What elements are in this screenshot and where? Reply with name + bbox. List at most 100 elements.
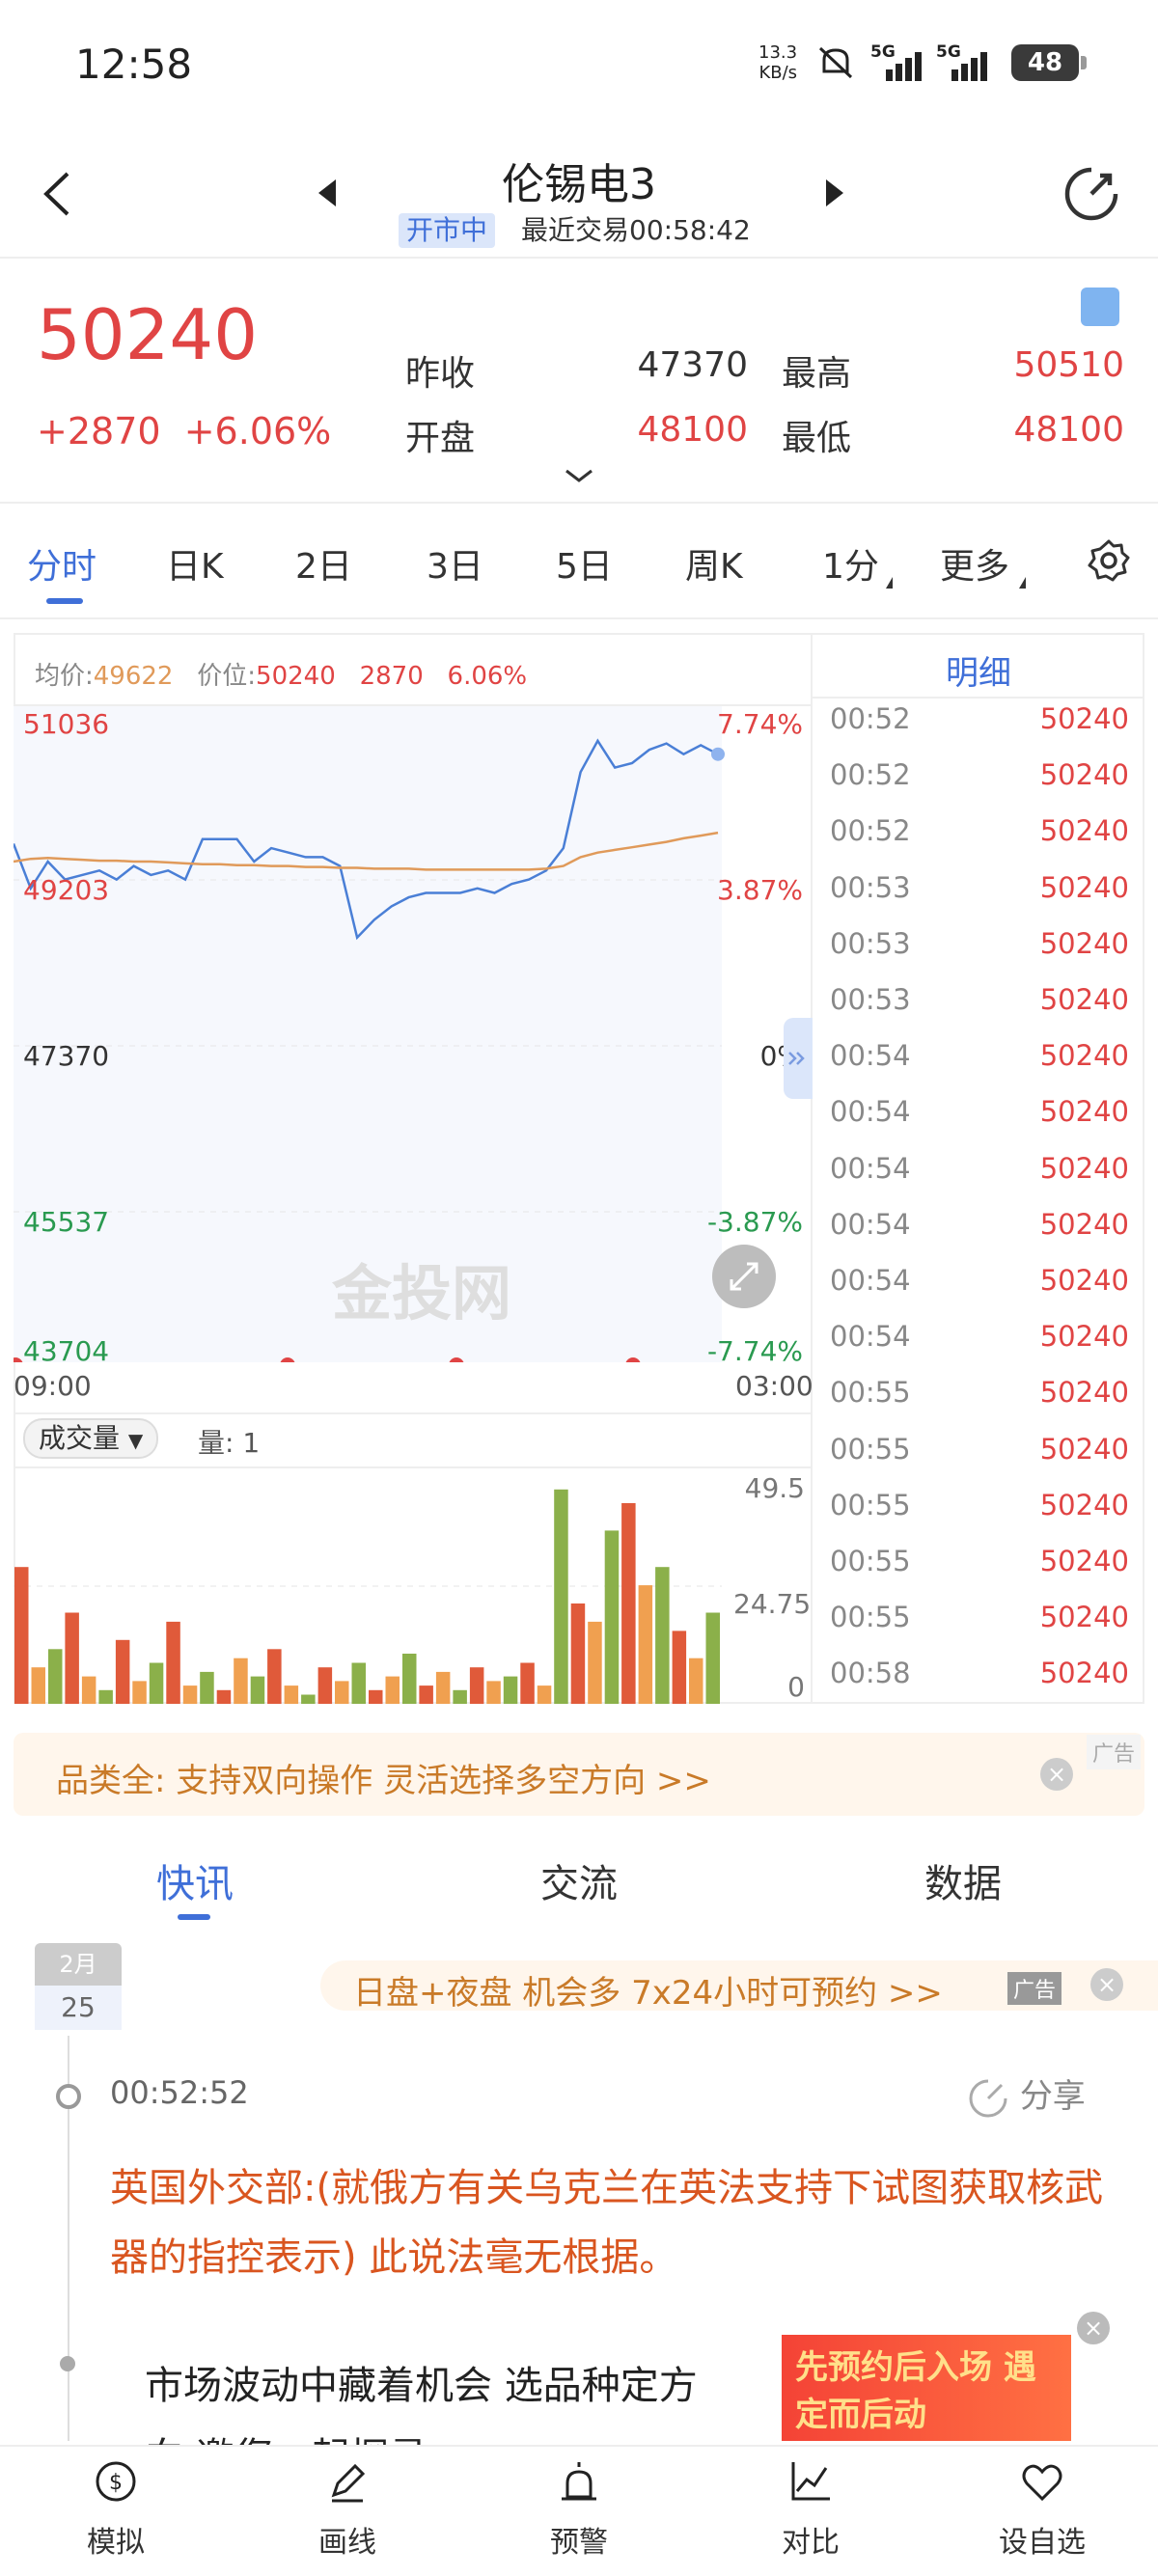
change-pct: +6.06% xyxy=(183,410,332,452)
date-month: 2月 xyxy=(35,1943,122,1986)
axis-left-tick: 45537 xyxy=(23,1206,110,1238)
low-label: 最低 xyxy=(782,419,852,458)
volume-bar xyxy=(166,1621,180,1704)
volume-bar xyxy=(132,1681,147,1704)
chart-info-line: 均价:49622 价位:50240 2870 6.06% xyxy=(35,656,527,692)
detail-price: 50240 xyxy=(1039,1207,1129,1241)
axis-right-tick: -3.87% xyxy=(706,1206,803,1238)
detail-row: 00:55 50240 xyxy=(830,1489,1129,1546)
battery-icon: 48 xyxy=(1011,44,1087,81)
tab-weekly-k[interactable]: 周K xyxy=(685,538,743,589)
detail-time: 00:54 xyxy=(830,1264,911,1297)
high-label: 最高 xyxy=(782,354,852,394)
status-bar: 12:58 13.3 KB/s 5G 5G 48 xyxy=(0,0,1158,125)
detail-time: 00:58 xyxy=(830,1657,911,1690)
signal-icon: 5G xyxy=(936,42,994,81)
close-icon[interactable]: × xyxy=(1090,1968,1123,2001)
detail-price: 50240 xyxy=(1039,1545,1129,1577)
prev-contract-button[interactable] xyxy=(318,179,336,206)
volume-bar xyxy=(402,1654,417,1704)
tab-3day[interactable]: 3日 xyxy=(427,538,483,589)
tab-jiaoliu[interactable]: 交流 xyxy=(540,1852,618,1908)
price-change: +2870 +6.06% xyxy=(37,410,331,452)
open-value: 48100 xyxy=(637,410,748,450)
close-icon[interactable]: × xyxy=(1077,2312,1110,2344)
coin-icon: $ xyxy=(96,2461,136,2502)
signal-label: 5G xyxy=(936,42,961,62)
detail-price: 50240 xyxy=(1039,702,1129,735)
tab-fenshi[interactable]: 分时 xyxy=(27,538,96,589)
news-content[interactable]: 英国外交部:(就俄方有关乌克兰在英法支持下试图获取核武器的指控表示) 此说法毫无… xyxy=(110,2153,1123,2292)
detail-price: 50240 xyxy=(1039,1488,1129,1521)
share-button[interactable]: 分享 xyxy=(967,2069,1086,2120)
detail-time: 00:54 xyxy=(830,1151,911,1185)
detail-time: 00:52 xyxy=(830,758,911,792)
share-label: 分享 xyxy=(1019,2077,1086,2116)
nav-draw[interactable]: 画线 xyxy=(290,2458,405,2561)
price-label: 价位: xyxy=(197,662,257,691)
gear-icon[interactable] xyxy=(1087,538,1131,583)
detail-price: 50240 xyxy=(1039,814,1129,848)
divider xyxy=(0,502,1158,504)
collapse-detail-button[interactable] xyxy=(784,1018,813,1099)
next-contract-button[interactable] xyxy=(826,179,843,206)
tab-2day[interactable]: 2日 xyxy=(295,538,352,589)
nav-label: 画线 xyxy=(318,2526,376,2560)
tab-kuaixun[interactable]: 快讯 xyxy=(156,1852,234,1908)
timeline-dot xyxy=(60,2356,75,2371)
axis-right-tick: -7.74% xyxy=(706,1335,803,1367)
volume-bar xyxy=(621,1503,636,1704)
nav-label: 对比 xyxy=(782,2526,840,2560)
watermark: 金投网 xyxy=(331,1258,511,1329)
volume-axis-tick: 24.75 xyxy=(733,1588,812,1620)
chevron-down-icon[interactable] xyxy=(565,467,593,486)
tab-5day[interactable]: 5日 xyxy=(556,538,613,589)
date-badge: 2月 25 xyxy=(35,1943,122,2030)
detail-price: 50240 xyxy=(1039,870,1129,904)
ad-image[interactable]: 先预约后入场 遇定而后动 xyxy=(782,2335,1071,2441)
prev-close-value: 47370 xyxy=(637,345,748,385)
promo-text[interactable]: 日盘+夜盘 机会多 7x24小时可预约 >> xyxy=(353,1966,943,2014)
tab-more[interactable]: 更多 xyxy=(940,538,1009,589)
volume-bar xyxy=(14,1567,29,1704)
back-arrow-icon[interactable] xyxy=(39,170,77,218)
detail-price: 50240 xyxy=(1039,1657,1129,1690)
tab-daily-k[interactable]: 日K xyxy=(166,538,224,589)
volume-bar xyxy=(149,1662,164,1704)
volume-bar xyxy=(31,1667,45,1704)
volume-bar xyxy=(689,1658,703,1704)
refresh-icon[interactable] xyxy=(1062,164,1121,224)
fullscreen-button[interactable] xyxy=(712,1245,776,1308)
nav-alert[interactable]: 预警 xyxy=(521,2458,637,2561)
volume-bar xyxy=(65,1612,79,1704)
volume-bar xyxy=(672,1631,687,1704)
detail-time: 00:54 xyxy=(830,1207,911,1241)
volume-bar xyxy=(604,1530,620,1704)
detail-row: 00:54 50240 xyxy=(830,1208,1129,1265)
close-icon[interactable]: × xyxy=(1040,1758,1073,1791)
volume-bar xyxy=(335,1681,349,1704)
dropdown-caret-icon xyxy=(1019,577,1026,589)
volume-bar xyxy=(317,1667,333,1704)
tab-shuju[interactable]: 数据 xyxy=(924,1852,1002,1908)
volume-bar xyxy=(469,1667,484,1704)
x-axis-start: 09:00 xyxy=(14,1370,92,1402)
pie-chart-icon[interactable] xyxy=(1081,288,1119,326)
volume-bar xyxy=(570,1603,586,1704)
detail-time: 00:55 xyxy=(830,1488,911,1521)
nav-simulate[interactable]: $ 模拟 xyxy=(58,2458,174,2561)
x-axis-end: 03:00 xyxy=(735,1370,813,1402)
nav-watchlist[interactable]: 设自选 xyxy=(984,2458,1100,2561)
ad-tag: 广告 xyxy=(1007,1972,1062,2005)
detail-price: 50240 xyxy=(1039,758,1129,792)
ad-text[interactable]: 品类全: 支持双向操作 灵活选择多空方向 >> xyxy=(56,1754,711,1801)
net-speed-value: 13.3 xyxy=(758,42,798,63)
detail-row: 00:54 50240 xyxy=(830,1095,1129,1152)
nav-compare[interactable]: 对比 xyxy=(753,2458,868,2561)
detail-time: 00:53 xyxy=(830,983,911,1016)
alarm-icon xyxy=(562,2462,596,2501)
tab-1min[interactable]: 1分 xyxy=(822,538,879,589)
detail-title[interactable]: 明细 xyxy=(813,646,1144,694)
indicator-dropdown[interactable]: 成交量 ▼ xyxy=(23,1418,159,1459)
detail-time: 00:54 xyxy=(830,1095,911,1129)
